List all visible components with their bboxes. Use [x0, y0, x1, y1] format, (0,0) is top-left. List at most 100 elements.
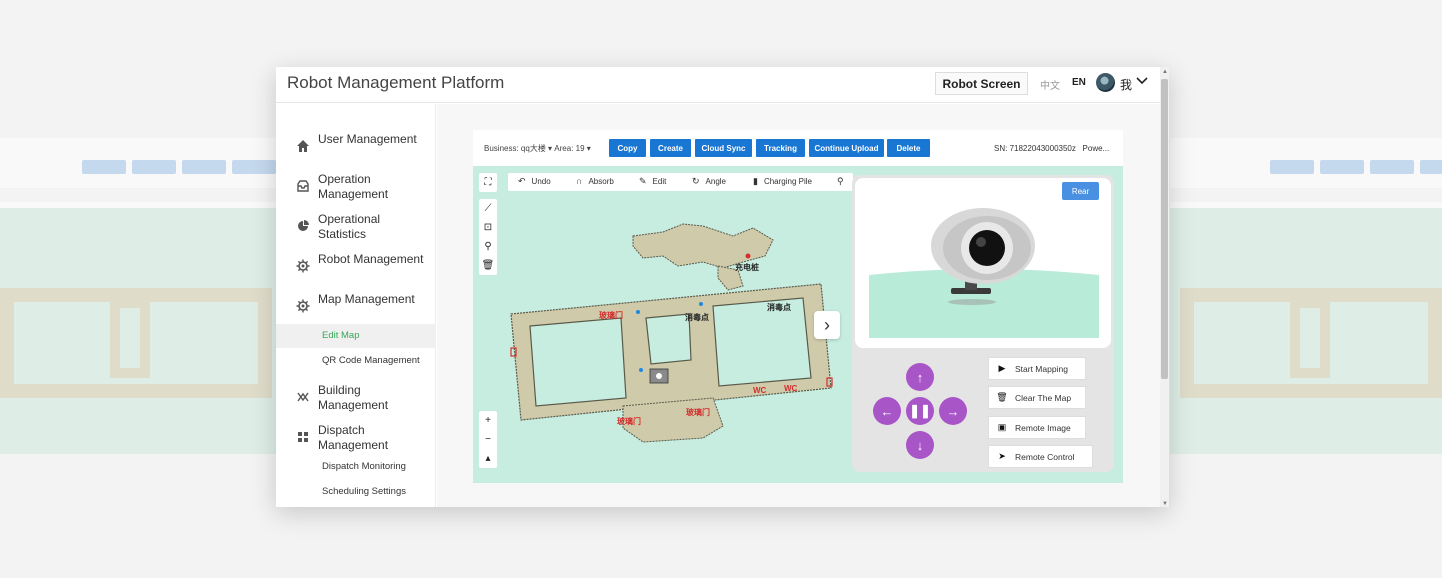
map-label-glass-door: 玻璃门 [686, 408, 710, 417]
user-name[interactable]: 我 [1120, 76, 1132, 93]
sidebar-item-dispatch-management[interactable]: Dispatch Management [276, 421, 436, 455]
map-topbar: Business: qq大楼 ▾ Area: 19 ▾ Copy Create … [473, 130, 1123, 166]
delete-button[interactable]: Delete [887, 139, 930, 157]
inbox-icon [297, 180, 309, 192]
scroll-thumb[interactable] [1161, 79, 1168, 379]
sidebar-sub-dispatch-monitoring[interactable]: Dispatch Monitoring [276, 455, 436, 479]
fullscreen-tool[interactable]: ⛶ [479, 173, 497, 192]
pie-chart-icon [298, 220, 309, 231]
absorb-tool[interactable]: ∩ Absorb [576, 176, 614, 186]
sidebar-item-robot-management[interactable]: Robot Management [276, 250, 436, 284]
map-label-charging: 充电桩 [735, 263, 759, 272]
map-label-disinfect: 消毒点 [685, 313, 709, 322]
robot-screen-button[interactable]: Robot Screen [935, 72, 1028, 95]
app-window: Robot Management Platform Robot Screen 中… [276, 67, 1169, 507]
fullscreen-icon[interactable]: ⛶ [479, 173, 497, 192]
tracking-button[interactable]: Tracking [756, 139, 805, 157]
arrow-left-icon[interactable]: ← [873, 397, 901, 425]
scroll-down-icon[interactable]: ▼ [1162, 501, 1168, 507]
sidebar-item-label: Building Management [318, 383, 389, 412]
chevron-right-icon[interactable]: › [814, 311, 840, 339]
magnet-icon: ∩ [576, 176, 583, 186]
location-pin-icon: ⚲ [837, 176, 844, 186]
map-label-wc: WC [784, 384, 798, 393]
compass-icon[interactable]: ▴ [479, 449, 497, 468]
sidebar-item-label: Map Management [318, 292, 415, 306]
play-icon: ▶ [998, 363, 1006, 373]
marker-tool-icon[interactable]: ⚲ [479, 237, 497, 256]
business-area-selector[interactable]: Business: qq大楼 ▾ Area: 19 ▾ [484, 143, 591, 154]
sidebar-item-building-management[interactable]: Building Management [276, 381, 436, 415]
window-scrollbar[interactable]: ▲ ▼ [1160, 67, 1169, 507]
arrow-right-icon[interactable]: → [939, 397, 967, 425]
map-label-glass-door: 玻璃门 [599, 311, 623, 320]
location-tool[interactable]: ⚲ [837, 176, 850, 187]
line-tool-icon[interactable]: ⟋ [479, 199, 497, 218]
sn-readout: SN: 71822043000350z Powe... [994, 144, 1109, 153]
lang-en-toggle[interactable]: EN [1072, 77, 1086, 88]
gear-icon [296, 259, 310, 273]
map-label-glass-door: 玻璃门 [617, 417, 641, 426]
pause-icon[interactable]: ❚❚ [906, 397, 934, 425]
zoom-in-icon[interactable]: + [479, 411, 497, 430]
area-value[interactable]: 19 [576, 144, 585, 153]
app-header: Robot Management Platform Robot Screen 中… [276, 67, 1160, 103]
remote-image-button[interactable]: ▣ Remote Image [988, 416, 1086, 439]
arrow-up-icon[interactable]: ↑ [906, 363, 934, 391]
rear-camera-button[interactable]: Rear [1062, 182, 1099, 200]
start-mapping-button[interactable]: ▶ Start Mapping [988, 357, 1086, 380]
copy-button[interactable]: Copy [609, 139, 646, 157]
continue-upload-button[interactable]: Continue Upload [809, 139, 884, 157]
draw-tools: ⟋ ⊡ ⚲ 🗑 [479, 199, 497, 275]
sidebar-item-label: User Management [318, 132, 417, 146]
angle-tool[interactable]: ↻ Angle [692, 176, 726, 187]
trash-icon: 🗑 [996, 392, 1008, 402]
trash-icon[interactable]: 🗑 [479, 256, 497, 275]
sidebar-item-operational-statistics[interactable]: Operational Statistics [276, 210, 436, 244]
business-value[interactable]: qq大楼 [521, 144, 546, 153]
edit-tool[interactable]: ✎ Edit [639, 176, 666, 187]
cloud-sync-button[interactable]: Cloud Sync [695, 139, 752, 157]
avatar[interactable] [1096, 73, 1115, 92]
clear-map-button[interactable]: 🗑 Clear The Map [988, 386, 1086, 409]
map-edit-toolbar: ↶ Undo ∩ Absorb ✎ Edit ↻ Angle ▮ Charging Pil… [508, 173, 853, 191]
sidebar-sub-scheduling-settings[interactable]: Scheduling Settings [276, 480, 436, 504]
webcam-icon [869, 208, 1099, 338]
business-label: Business: [484, 144, 519, 153]
edit-map-panel: Business: qq大楼 ▾ Area: 19 ▾ Copy Create … [473, 130, 1123, 483]
sidebar-item-label: Dispatch Management [318, 423, 389, 452]
chevron-down-icon[interactable] [1136, 76, 1148, 86]
zoom-controls: + − ▴ [479, 411, 497, 468]
app-title: Robot Management Platform [287, 73, 505, 92]
scroll-up-icon[interactable]: ▲ [1162, 69, 1168, 75]
sidebar-item-label: Robot Management [318, 252, 424, 266]
sn-value: 71822043000350z [1009, 144, 1076, 153]
background-ghost-right [1170, 98, 1442, 454]
sidebar-sub-edit-map[interactable]: Edit Map [276, 324, 436, 348]
main-content: Business: qq大楼 ▾ Area: 19 ▾ Copy Create … [437, 104, 1160, 507]
map-canvas[interactable]: 充电桩 消毒点 消毒点 玻璃门 玻璃门 玻璃门 WC WC ⛶ ⟋ ⊡ ⚲ 🗑 [473, 166, 1123, 483]
gear-icon [296, 299, 310, 313]
polygon-tool-icon[interactable]: ⊡ [479, 218, 497, 237]
sidebar-item-user-management[interactable]: User Management [276, 130, 436, 164]
sidebar-item-operation-management[interactable]: Operation Management [276, 170, 436, 204]
building-icon [297, 392, 309, 402]
arrow-down-icon[interactable]: ↓ [906, 431, 934, 459]
robot-control-panel: Rear ↑ ← ❚❚ → ↓ ▶ Start Mapping 🗑 Clear Th… [852, 175, 1114, 472]
image-icon: ▣ [997, 422, 1007, 432]
home-icon [297, 140, 309, 152]
map-label-wc: WC [753, 386, 767, 395]
sidebar-item-map-management[interactable]: Map Management [276, 290, 436, 324]
lang-zh-toggle[interactable]: 中文 [1040, 77, 1060, 92]
zoom-out-icon[interactable]: − [479, 430, 497, 449]
charging-pile-tool[interactable]: ▮ Charging Pile [753, 176, 812, 187]
camera-card: Rear [855, 178, 1111, 348]
undo-tool[interactable]: ↶ Undo [518, 176, 551, 187]
sidebar-sub-qr-code-management[interactable]: QR Code Management [276, 349, 436, 373]
navigation-icon: ➤ [998, 451, 1006, 461]
sidebar-item-label: Operation Management [318, 172, 389, 201]
create-button[interactable]: Create [650, 139, 691, 157]
pencil-icon: ✎ [639, 176, 647, 186]
grid-icon [298, 432, 308, 442]
remote-control-button[interactable]: ➤ Remote Control [988, 445, 1093, 468]
